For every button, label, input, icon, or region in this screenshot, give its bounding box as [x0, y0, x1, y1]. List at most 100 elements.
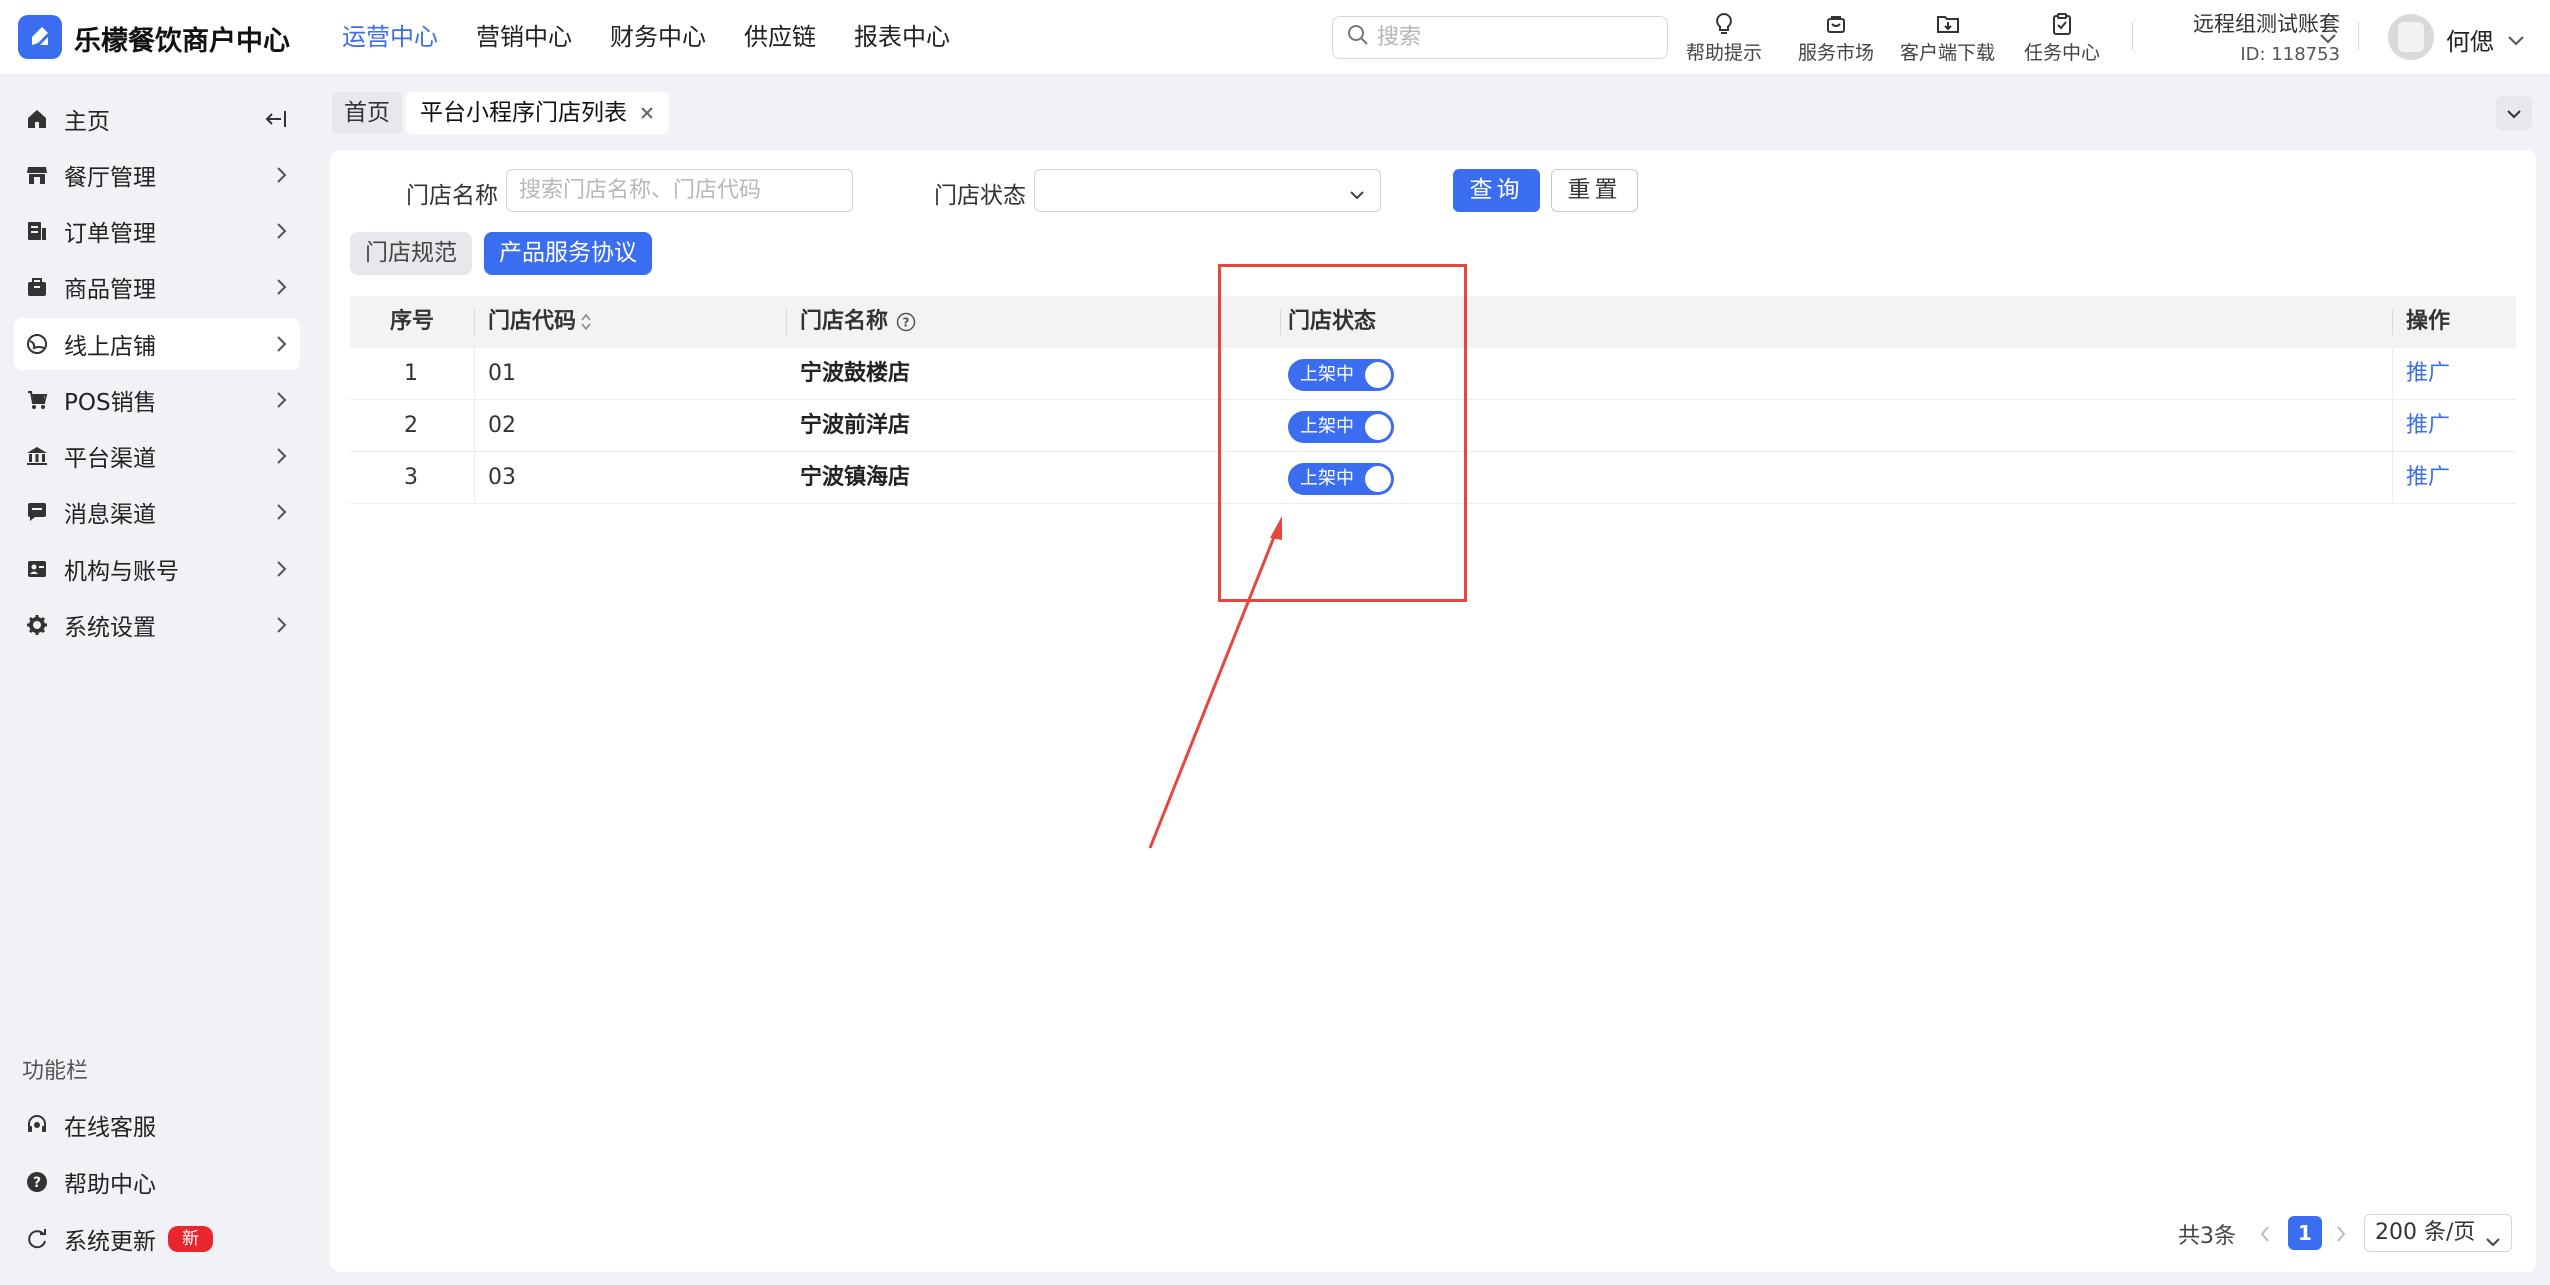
- question-circle-icon[interactable]: ?: [896, 312, 916, 332]
- service-agreement-button[interactable]: 产品服务协议: [484, 232, 652, 275]
- col-divider: [474, 348, 475, 400]
- sidebar-item-label: 系统设置: [64, 615, 156, 641]
- svg-text:?: ?: [33, 1175, 41, 1191]
- sidebar-item-system-update[interactable]: 系统更新 新: [14, 1213, 300, 1265]
- collapse-sidebar-icon[interactable]: [264, 108, 288, 136]
- promote-link[interactable]: 推广: [2406, 452, 2450, 504]
- sidebar-item-label: 订单管理: [64, 221, 156, 247]
- sidebar-item-label: 线上店铺: [64, 334, 156, 360]
- query-button[interactable]: 查询: [1453, 169, 1540, 212]
- search-box[interactable]: [1332, 16, 1668, 59]
- topnav-item-supply-chain[interactable]: 供应链: [744, 0, 816, 75]
- chevron-right-icon: [274, 276, 288, 304]
- top-header: 乐檬餐饮商户中心 运营中心 营销中心 财务中心 供应链 报表中心 帮助提示 服务…: [0, 0, 2550, 75]
- folder-download-icon: [1900, 10, 1995, 38]
- tool-task-center[interactable]: 任务中心: [2024, 10, 2100, 65]
- sidebar-item-pos[interactable]: POS销售: [14, 374, 300, 426]
- refresh-icon: [24, 1226, 50, 1252]
- sidebar-item-online-support[interactable]: 在线客服: [14, 1099, 300, 1151]
- shopping-bag-icon: [1798, 10, 1874, 38]
- chevron-left-icon[interactable]: [2258, 1224, 2272, 1250]
- brand-logo-icon[interactable]: [18, 15, 62, 59]
- gear-icon: [24, 612, 50, 638]
- col-name: 门店名称 ?: [800, 296, 916, 348]
- pagination-page-1[interactable]: 1: [2288, 1216, 2322, 1250]
- chevron-right-icon: [274, 614, 288, 642]
- chevron-right-icon: [274, 558, 288, 586]
- col-code[interactable]: 门店代码: [488, 296, 592, 348]
- store-icon: [24, 162, 50, 188]
- chevron-right-icon[interactable]: [2334, 1224, 2348, 1250]
- sidebar-item-online-store[interactable]: 线上店铺: [14, 318, 300, 370]
- reset-button[interactable]: 重置: [1551, 169, 1638, 212]
- sidebar-item-help-center[interactable]: ? 帮助中心: [14, 1156, 300, 1208]
- sidebar-item-label: 商品管理: [64, 277, 156, 303]
- search-input[interactable]: [1377, 25, 1647, 50]
- col-divider: [474, 309, 475, 335]
- tool-label: 服务市场: [1798, 42, 1875, 64]
- tabs-menu-button[interactable]: [2496, 96, 2532, 130]
- close-icon[interactable]: [639, 105, 655, 121]
- store-status-select[interactable]: [1034, 169, 1381, 212]
- tool-label: 任务中心: [2024, 42, 2101, 64]
- sidebar-item-label: 帮助中心: [64, 1172, 156, 1198]
- topnav-item-operations[interactable]: 运营中心: [342, 0, 438, 75]
- headset-icon: [24, 1112, 50, 1138]
- chevron-down-icon: [2485, 1225, 2501, 1261]
- cell-name: 宁波鼓楼店: [800, 361, 911, 386]
- account-id: ID: 118753: [2240, 44, 2340, 65]
- chevron-right-icon: [274, 220, 288, 248]
- sidebar-item-message-channel[interactable]: 消息渠道: [14, 486, 300, 538]
- svg-text:?: ?: [903, 316, 910, 330]
- globe-icon: [24, 331, 50, 357]
- tool-help-tips[interactable]: 帮助提示: [1686, 10, 1762, 65]
- chevron-down-icon[interactable]: [2506, 28, 2526, 54]
- sidebar-item-home[interactable]: 主页: [14, 93, 300, 145]
- col-divider: [2392, 400, 2393, 452]
- new-badge: 新: [168, 1226, 213, 1252]
- store-name-label: 门店名称: [406, 183, 498, 209]
- clipboard-check-icon: [2024, 10, 2100, 38]
- sidebar-item-label: 机构与账号: [64, 559, 179, 585]
- cell-code: 03: [488, 465, 516, 490]
- header-divider: [2358, 22, 2359, 50]
- tab-home[interactable]: 首页: [332, 92, 402, 134]
- sidebar-item-label: 主页: [64, 109, 110, 135]
- store-rules-button[interactable]: 门店规范: [350, 232, 472, 275]
- avatar[interactable]: [2388, 14, 2434, 60]
- tool-client-download[interactable]: 客户端下载: [1900, 10, 1995, 65]
- user-name[interactable]: 何偲: [2446, 22, 2494, 57]
- sidebar-item-label: POS销售: [64, 390, 157, 416]
- lightbulb-icon: [1686, 10, 1762, 38]
- topnav-item-reports[interactable]: 报表中心: [854, 0, 950, 75]
- sidebar-item-goods[interactable]: 商品管理: [14, 261, 300, 313]
- col-divider: [474, 452, 475, 504]
- page-size-select[interactable]: 200 条/页: [2364, 1214, 2512, 1252]
- store-name-input[interactable]: [506, 169, 853, 212]
- sidebar-item-platform-channel[interactable]: 平台渠道: [14, 430, 300, 482]
- promote-link[interactable]: 推广: [2406, 400, 2450, 452]
- chevron-right-icon: [274, 445, 288, 473]
- col-divider: [474, 400, 475, 452]
- topnav-item-finance[interactable]: 财务中心: [610, 0, 706, 75]
- home-icon: [24, 106, 50, 132]
- tab-store-list[interactable]: 平台小程序门店列表: [406, 92, 669, 134]
- message-icon: [24, 499, 50, 525]
- chevron-down-icon[interactable]: [2318, 26, 2338, 52]
- promote-link[interactable]: 推广: [2406, 348, 2450, 400]
- tool-service-market[interactable]: 服务市场: [1798, 10, 1874, 65]
- account-switcher[interactable]: 远程组测试账套 ID: 118753: [2168, 8, 2378, 65]
- chevron-right-icon: [274, 389, 288, 417]
- topnav-item-marketing[interactable]: 营销中心: [476, 0, 572, 75]
- sidebar: 主页 餐厅管理 订单管理 商品管理 线上店铺 POS销售 平台渠道 消息渠道 机…: [0, 75, 313, 1285]
- goods-icon: [24, 274, 50, 300]
- chevron-right-icon: [274, 501, 288, 529]
- sidebar-item-org-account[interactable]: 机构与账号: [14, 543, 300, 595]
- sidebar-item-orders[interactable]: 订单管理: [14, 205, 300, 257]
- cell-seq: 1: [404, 361, 418, 386]
- question-circle-icon: ?: [24, 1169, 50, 1195]
- sidebar-item-system-settings[interactable]: 系统设置: [14, 599, 300, 651]
- col-divider: [2392, 348, 2393, 400]
- sidebar-item-restaurant[interactable]: 餐厅管理: [14, 149, 300, 201]
- sort-icon[interactable]: [580, 312, 592, 332]
